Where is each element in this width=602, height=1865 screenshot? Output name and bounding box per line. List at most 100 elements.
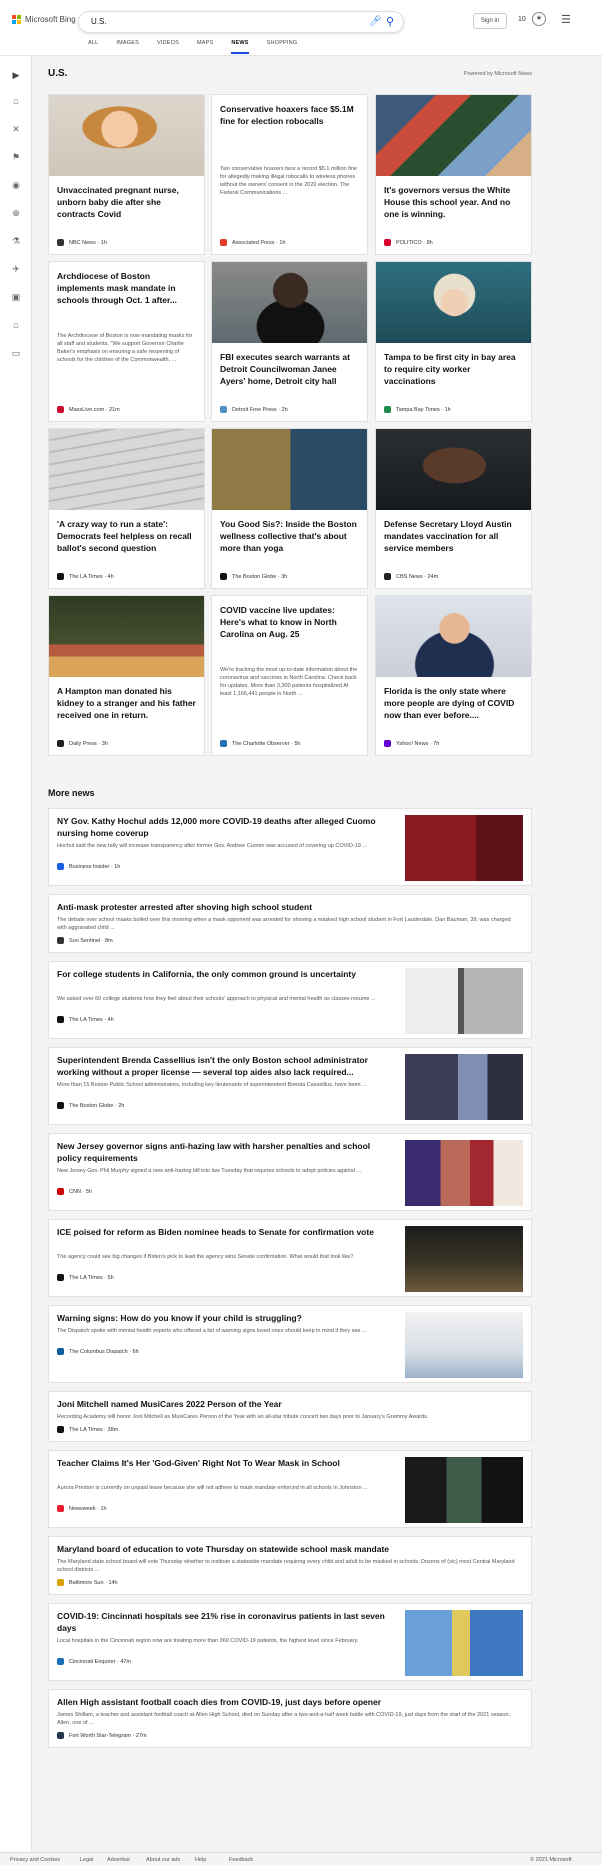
news-card-provider[interactable]: The Boston Globe · 3h [220, 573, 287, 580]
more-news-row[interactable]: Joni Mitchell named MusiCares 2022 Perso… [48, 1391, 532, 1442]
news-card[interactable]: You Good Sis?: Inside the Boston wellnes… [211, 428, 368, 589]
sports-icon[interactable]: ✕ [0, 124, 32, 135]
news-card-provider[interactable]: Detroit Free Press · 2h [220, 406, 288, 413]
more-news-title[interactable]: Teacher Claims It's Her 'God-Given' Righ… [57, 1457, 397, 1469]
more-news-row[interactable]: Warning signs: How do you know if your c… [48, 1305, 532, 1383]
rewards-trophy-icon[interactable]: ★ [532, 12, 546, 26]
more-news-title[interactable]: New Jersey governor signs anti-hazing la… [57, 1140, 397, 1164]
location-icon[interactable]: ◉ [0, 180, 32, 191]
search-input[interactable] [91, 17, 341, 26]
tab-videos[interactable]: VIDEOS [157, 40, 179, 54]
footer-link-help[interactable]: Help [195, 1857, 206, 1863]
news-card-provider[interactable]: CBS News · 24m [384, 573, 438, 580]
news-card[interactable]: Florida is the only state where more peo… [375, 595, 532, 756]
news-card[interactable]: Unvaccinated pregnant nurse, unborn baby… [48, 94, 205, 255]
news-card-title[interactable]: Defense Secretary Lloyd Austin mandates … [384, 518, 524, 554]
news-card-provider[interactable]: NBC News · 1h [57, 239, 107, 246]
more-news-provider[interactable]: The Boston Globe · 2h [57, 1102, 124, 1109]
more-news-provider[interactable]: The LA Times · 5h [57, 1274, 114, 1281]
more-news-provider[interactable]: The Columbus Dispatch · 6h [57, 1348, 139, 1355]
news-card-title[interactable]: A Hampton man donated his kidney to a st… [57, 685, 197, 721]
more-news-provider[interactable]: Baltimore Sun · 14h [57, 1579, 118, 1586]
more-news-title[interactable]: ICE poised for reform as Biden nominee h… [57, 1226, 397, 1238]
news-card-title[interactable]: Florida is the only state where more peo… [384, 685, 524, 721]
more-news-provider[interactable]: The LA Times · 4h [57, 1016, 114, 1023]
news-card-provider[interactable]: Associated Press · 1h [220, 239, 286, 246]
politics-icon[interactable]: ⌂ [0, 320, 32, 330]
more-news-provider[interactable]: Cincinnati Enquirer · 47m [57, 1658, 131, 1665]
news-card-title[interactable]: It's governors versus the White House th… [384, 184, 524, 220]
tab-maps[interactable]: MAPS [197, 40, 213, 54]
more-news-title[interactable]: NY Gov. Kathy Hochul adds 12,000 more CO… [57, 815, 397, 839]
flag-icon[interactable]: ⚑ [0, 152, 32, 163]
more-news-row[interactable]: Superintendent Brenda Cassellius isn't t… [48, 1047, 532, 1125]
more-news-title[interactable]: For college students in California, the … [57, 968, 397, 980]
news-card[interactable]: Archdiocese of Boston implements mask ma… [48, 261, 205, 422]
entertainment-icon[interactable]: ▣ [0, 292, 32, 303]
more-news-title[interactable]: Anti-mask protester arrested after shovi… [57, 901, 517, 913]
news-card[interactable]: 'A crazy way to run a state': Democrats … [48, 428, 205, 589]
news-card-provider[interactable]: Yahoo! News · 7h [384, 740, 439, 747]
more-news-row[interactable]: For college students in California, the … [48, 961, 532, 1039]
news-card-provider[interactable]: POLITICO · 8h [384, 239, 433, 246]
bing-logo[interactable]: Microsoft Bing [12, 15, 76, 24]
more-news-row[interactable]: Maryland board of education to vote Thur… [48, 1536, 532, 1595]
news-card-title[interactable]: You Good Sis?: Inside the Boston wellnes… [220, 518, 360, 554]
search-icon[interactable]: ⚲ [386, 15, 394, 28]
news-card-title[interactable]: Archdiocese of Boston implements mask ma… [57, 270, 197, 306]
news-card[interactable]: Tampa to be first city in bay area to re… [375, 261, 532, 422]
more-news-provider[interactable]: Fort Worth Star-Telegram · 27m [57, 1732, 147, 1739]
news-card[interactable]: It's governors versus the White House th… [375, 94, 532, 255]
tab-all[interactable]: ALL [88, 40, 98, 54]
microphone-icon[interactable]: 🎤︎ [369, 16, 382, 27]
more-news-row[interactable]: New Jersey governor signs anti-hazing la… [48, 1133, 532, 1211]
more-news-row[interactable]: COVID-19: Cincinnati hospitals see 21% r… [48, 1603, 532, 1681]
more-news-row[interactable]: ICE poised for reform as Biden nominee h… [48, 1219, 532, 1297]
news-card-provider[interactable]: MassLive.com · 21m [57, 406, 120, 413]
more-news-title[interactable]: COVID-19: Cincinnati hospitals see 21% r… [57, 1610, 397, 1634]
more-news-row[interactable]: Allen High assistant football coach dies… [48, 1689, 532, 1748]
footer-link-advertise[interactable]: Advertise [107, 1857, 130, 1863]
more-news-row[interactable]: Teacher Claims It's Her 'God-Given' Righ… [48, 1450, 532, 1528]
more-news-row[interactable]: Anti-mask protester arrested after shovi… [48, 894, 532, 953]
more-news-title[interactable]: Maryland board of education to vote Thur… [57, 1543, 517, 1555]
more-news-title[interactable]: Warning signs: How do you know if your c… [57, 1312, 397, 1324]
news-card-provider[interactable]: Daily Press · 3h [57, 740, 108, 747]
sign-in-button[interactable]: Sign in [473, 13, 507, 29]
more-news-provider[interactable]: Business Insider · 1h [57, 863, 120, 870]
rewards-points[interactable]: 10 [518, 16, 526, 23]
expand-icon[interactable]: ▶ [0, 70, 32, 81]
news-card-title[interactable]: 'A crazy way to run a state': Democrats … [57, 518, 197, 554]
news-card-title[interactable]: Unvaccinated pregnant nurse, unborn baby… [57, 184, 197, 220]
technology-icon[interactable]: ✈ [0, 264, 32, 275]
news-card-provider[interactable]: Tampa Bay Times · 1h [384, 406, 451, 413]
news-card-provider[interactable]: The LA Times · 4h [57, 573, 114, 580]
more-news-provider[interactable]: CNN · 5h [57, 1188, 92, 1195]
news-card-title[interactable]: Conservative hoaxers face $5.1M fine for… [220, 103, 360, 127]
more-news-title[interactable]: Superintendent Brenda Cassellius isn't t… [57, 1054, 397, 1078]
tab-news[interactable]: NEWS [231, 40, 249, 54]
footer-link-about-our-ads[interactable]: About our ads [146, 1857, 180, 1863]
more-news-title[interactable]: Joni Mitchell named MusiCares 2022 Perso… [57, 1398, 517, 1410]
more-news-provider[interactable]: Sun Sentinel · 8m [57, 937, 113, 944]
news-card-title[interactable]: Tampa to be first city in bay area to re… [384, 351, 524, 387]
tab-shopping[interactable]: SHOPPING [267, 40, 298, 54]
globe-icon[interactable]: ⊕ [0, 208, 32, 219]
more-news-provider[interactable]: The LA Times · 38m [57, 1426, 118, 1433]
tab-images[interactable]: IMAGES [116, 40, 139, 54]
footer-link-privacy-and-cookies[interactable]: Privacy and Cookies [10, 1857, 60, 1863]
money-icon[interactable]: ▭ [0, 348, 32, 359]
news-card-title[interactable]: COVID vaccine live updates: Here's what … [220, 604, 360, 640]
more-news-title[interactable]: Allen High assistant football coach dies… [57, 1696, 517, 1708]
more-news-row[interactable]: NY Gov. Kathy Hochul adds 12,000 more CO… [48, 808, 532, 886]
news-card-title[interactable]: FBI executes search warrants at Detroit … [220, 351, 360, 387]
news-card[interactable]: A Hampton man donated his kidney to a st… [48, 595, 205, 756]
home-icon[interactable]: ⌂ [0, 96, 32, 106]
news-card[interactable]: FBI executes search warrants at Detroit … [211, 261, 368, 422]
news-card[interactable]: Conservative hoaxers face $5.1M fine for… [211, 94, 368, 255]
science-icon[interactable]: ⚗ [0, 236, 32, 247]
footer-link-legal[interactable]: Legal [80, 1857, 93, 1863]
hamburger-menu-icon[interactable]: ☰ [561, 13, 571, 26]
footer-link-feedback[interactable]: Feedback [229, 1857, 253, 1863]
news-card[interactable]: Defense Secretary Lloyd Austin mandates … [375, 428, 532, 589]
